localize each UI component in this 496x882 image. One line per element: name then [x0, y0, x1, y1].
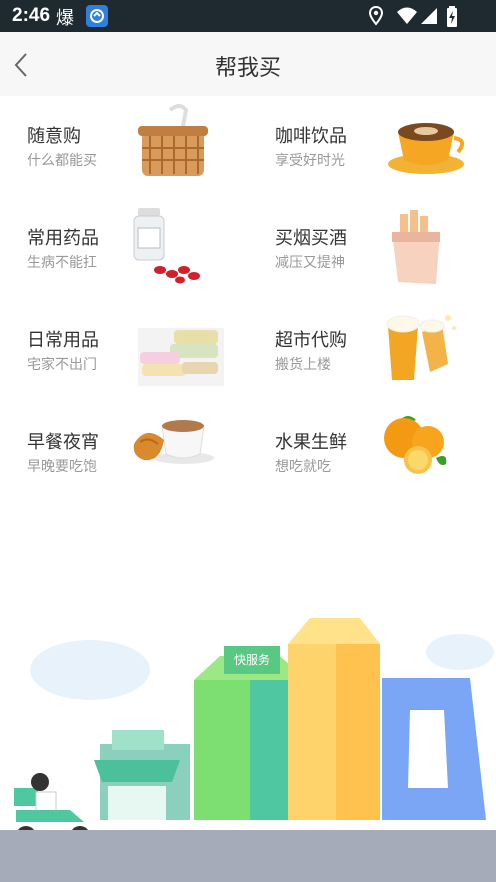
towels-icon — [138, 328, 224, 386]
category-desc: 什么都能买 — [27, 153, 97, 169]
category-name: 水果生鲜 — [275, 432, 347, 453]
wifi-icon — [396, 6, 418, 30]
category-desc: 生病不能扛 — [27, 255, 97, 271]
croissant-coffee-icon — [133, 420, 214, 464]
page-title: 帮我买 — [214, 56, 281, 81]
orange-icon — [384, 416, 447, 474]
category-name: 买烟买酒 — [275, 228, 347, 249]
category-name: 随意购 — [27, 126, 81, 147]
beer-icon — [386, 315, 456, 380]
signal-icon — [420, 6, 438, 30]
category-name: 日常用品 — [27, 330, 99, 351]
city-illustration: 快服务 — [0, 560, 496, 882]
category-tobacco-alcohol[interactable]: 买烟买酒 减压又提神 — [248, 198, 496, 300]
category-name: 咖啡饮品 — [275, 126, 347, 147]
category-desc: 搬货上楼 — [275, 357, 331, 373]
category-name: 常用药品 — [27, 228, 99, 249]
category-desc: 享受好时光 — [275, 153, 345, 169]
app-badge-icon — [86, 5, 108, 27]
category-name: 早餐夜宵 — [27, 432, 99, 453]
battery-icon — [446, 6, 458, 32]
category-daily-goods[interactable]: 日常用品 宅家不出门 — [0, 300, 248, 402]
category-name: 超市代购 — [275, 330, 347, 351]
cigarettes-icon — [392, 210, 440, 284]
sign-text: 快服务 — [234, 652, 270, 667]
category-fruits-fresh[interactable]: 水果生鲜 想吃就吃 — [248, 402, 496, 504]
category-medicine[interactable]: 常用药品 生病不能扛 — [0, 198, 248, 300]
category-desc: 减压又提神 — [275, 255, 345, 271]
category-random-purchase[interactable]: 随意购 什么都能买 — [0, 96, 248, 198]
status-bar: 2:46 爆 — [0, 0, 496, 32]
location-icon — [368, 5, 384, 30]
basket-icon — [138, 104, 208, 176]
category-desc: 想吃就吃 — [275, 459, 331, 475]
category-desc: 宅家不出门 — [27, 357, 97, 373]
category-supermarket-purchase[interactable]: 超市代购 搬货上楼 — [248, 300, 496, 402]
coffee-cup-icon — [388, 123, 465, 174]
category-breakfast-late-night[interactable]: 早餐夜宵 早晚要吃饱 — [0, 402, 248, 504]
title-bar: 帮我买 — [0, 32, 496, 96]
medicine-icon — [133, 208, 200, 284]
road — [0, 830, 496, 882]
notification-app-icon: 爆 — [56, 8, 74, 29]
status-time: 2:46 — [12, 5, 51, 26]
category-desc: 早晚要吃饱 — [27, 459, 97, 475]
category-coffee-drinks[interactable]: 咖啡饮品 享受好时光 — [248, 96, 496, 198]
